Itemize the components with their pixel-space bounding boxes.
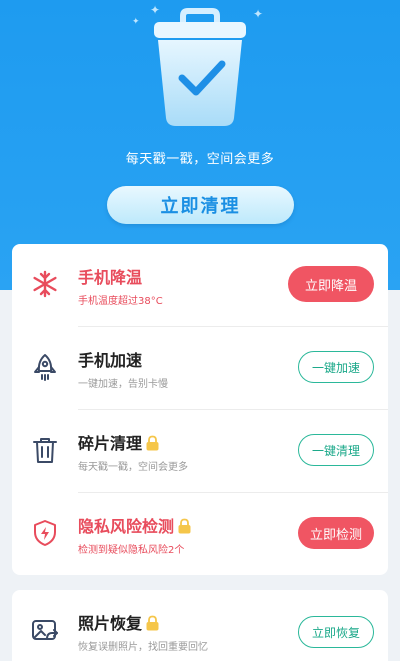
lock-icon — [146, 615, 159, 631]
sparkle-icon: ✦ — [132, 17, 140, 27]
list-item-photo-recovery[interactable]: 照片恢复 恢复误删照片，找回重要回忆 立即恢复 — [12, 590, 388, 661]
cool-now-button[interactable]: 立即降温 — [288, 266, 374, 302]
tools-card: 手机降温 手机温度超过38°C 立即降温 手机加速 一键加速，告别卡慢 一键加速 — [12, 244, 388, 575]
item-title: 隐私风险检测 — [78, 513, 192, 537]
item-subtitle: 检测到疑似隐私风险2个 — [78, 545, 185, 556]
photo-recover-button[interactable]: 立即恢复 — [298, 616, 374, 648]
trash-bin-illustration — [154, 8, 246, 126]
item-subtitle: 一键加速，告别卡慢 — [78, 379, 168, 390]
item-title-text: 隐私风险检测 — [78, 517, 175, 536]
item-title-text: 碎片清理 — [78, 434, 143, 453]
item-title-text: 照片恢复 — [78, 614, 143, 633]
snowflake-icon — [33, 270, 57, 298]
item-title: 手机降温 — [78, 268, 143, 287]
item-subtitle: 手机温度超过38°C — [78, 296, 163, 307]
recovery-card: 照片恢复 恢复误删照片，找回重要回忆 立即恢复 — [12, 590, 388, 661]
lock-icon — [178, 518, 191, 534]
shield-icon — [34, 520, 56, 546]
list-item-speedup[interactable]: 手机加速 一键加速，告别卡慢 一键加速 — [12, 327, 388, 409]
item-title: 碎片清理 — [78, 430, 160, 454]
item-subtitle: 每天戳一戳，空间会更多 — [78, 462, 188, 473]
clean-now-button[interactable]: 立即清理 — [107, 186, 294, 224]
item-title: 手机加速 — [78, 351, 143, 370]
sparkle-icon: ✦ — [253, 7, 264, 21]
fragment-clean-button[interactable]: 一键清理 — [298, 434, 374, 466]
speedup-button[interactable]: 一键加速 — [298, 351, 374, 383]
list-item-privacy-check[interactable]: 隐私风险检测 检测到疑似隐私风险2个 立即检测 — [12, 493, 388, 575]
rocket-icon — [34, 354, 56, 381]
slogan-text: 每天戳一戳，空间会更多 — [125, 152, 275, 167]
privacy-check-button[interactable]: 立即检测 — [298, 517, 374, 549]
lock-icon — [146, 435, 159, 451]
photo-icon — [32, 620, 58, 640]
list-item-fragment-clean[interactable]: 碎片清理 每天戳一戳，空间会更多 一键清理 — [12, 410, 388, 492]
item-subtitle: 恢复误删照片，找回重要回忆 — [78, 642, 208, 653]
item-title: 照片恢复 — [78, 610, 160, 634]
trash-icon — [33, 438, 57, 463]
list-item-cooling[interactable]: 手机降温 手机温度超过38°C 立即降温 — [12, 244, 388, 326]
